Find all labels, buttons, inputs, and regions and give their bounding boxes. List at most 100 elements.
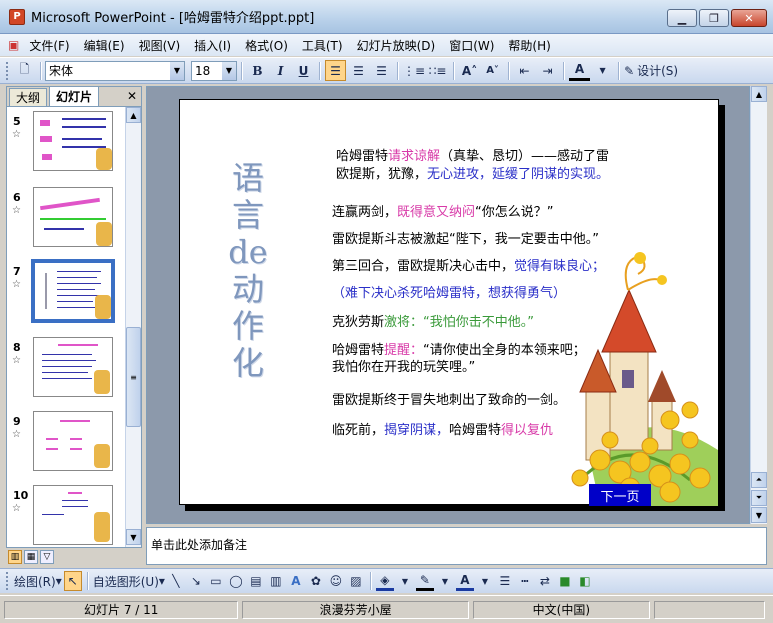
fill-color-icon[interactable]: ◈ — [375, 571, 394, 591]
diagram-icon[interactable]: ✿ — [307, 571, 325, 591]
select-icon[interactable]: ↖ — [63, 571, 82, 591]
slideshow-view-icon[interactable]: ▽ — [40, 550, 54, 564]
align-right-icon[interactable]: ☰ — [371, 60, 392, 81]
menu-tools[interactable]: 工具(T) — [295, 37, 350, 54]
next-page-button[interactable]: 下一页 — [589, 484, 651, 506]
toolbar-grip[interactable] — [6, 572, 9, 590]
menu-insert[interactable]: 插入(I) — [187, 37, 238, 54]
text-line[interactable]: 我怕你在开我的玩笑哩。” — [332, 359, 475, 377]
new-icon[interactable]: 🗋 — [14, 60, 35, 81]
maximize-icon[interactable]: ❐ — [699, 9, 729, 27]
scroll-down-icon[interactable]: ▼ — [751, 507, 767, 523]
chevron-down-icon[interactable]: ▼ — [476, 571, 494, 591]
chevron-down-icon[interactable]: ▼ — [170, 61, 184, 80]
line-style-icon[interactable]: ☰ — [496, 571, 514, 591]
wordart-icon[interactable]: A — [287, 571, 305, 591]
dash-style-icon[interactable]: ┅ — [516, 571, 534, 591]
bold-icon[interactable]: B — [247, 60, 268, 81]
menu-format[interactable]: 格式(O) — [238, 37, 295, 54]
rectangle-icon[interactable]: ▭ — [207, 571, 225, 591]
scroll-thumb[interactable]: ≡ — [126, 327, 141, 427]
clipart-icon[interactable]: ☺ — [327, 571, 345, 591]
align-center-icon[interactable]: ☰ — [348, 60, 369, 81]
scroll-up-icon[interactable]: ▲ — [126, 107, 141, 123]
slide-thumbnail-row[interactable]: 9 ☆ — [7, 411, 127, 481]
menu-window[interactable]: 窗口(W) — [442, 37, 501, 54]
text-line[interactable]: 欧提斯，犹豫，无心进攻，延缓了阴谋的实现。 — [336, 166, 609, 184]
scroll-down-icon[interactable]: ▼ — [126, 529, 141, 545]
decrease-font-icon[interactable]: A˅ — [482, 60, 503, 81]
decrease-indent-icon[interactable]: ⇤ — [514, 60, 535, 81]
text-line[interactable]: 临死前，揭穿阴谋，哈姆雷特得以复仇 — [332, 422, 553, 440]
close-icon[interactable]: ✕ — [127, 89, 137, 103]
menu-slideshow[interactable]: 幻灯片放映(D) — [350, 37, 443, 54]
slide-thumbnail-row[interactable]: 8 ☆ — [7, 337, 127, 407]
app-icon[interactable]: P — [9, 8, 25, 25]
increase-font-icon[interactable]: A˄ — [459, 60, 480, 81]
doc-icon[interactable]: ▣ — [8, 38, 22, 52]
chevron-down-icon[interactable]: ▼ — [396, 571, 414, 591]
bullets-icon[interactable]: ∷≡ — [427, 60, 448, 81]
menu-edit[interactable]: 编辑(E) — [77, 37, 132, 54]
tab-outline[interactable]: 大纲 — [9, 88, 48, 106]
minimize-icon[interactable]: ▁ — [667, 9, 697, 27]
font-select[interactable]: 宋体 ▼ — [45, 60, 185, 81]
text-line[interactable]: 雷欧提斯斗志被激起“陛下，我一定要击中他。” — [332, 231, 599, 249]
vertical-title[interactable]: 语言de动作化 — [228, 160, 268, 382]
next-slide-icon[interactable]: ⏷ — [751, 490, 767, 506]
oval-icon[interactable]: ◯ — [227, 571, 245, 591]
underline-icon[interactable]: U — [293, 60, 314, 81]
slide-thumbnail-row[interactable]: 10 ☆ — [7, 485, 127, 555]
slide-canvas[interactable]: 语言de动作化 哈姆雷特请求谅解（真挚、恳切）——感动了雷 欧提斯，犹豫，无心进… — [179, 99, 719, 506]
line-color-icon[interactable]: ✎ — [415, 571, 434, 591]
font-size-select[interactable]: 18 ▼ — [191, 60, 237, 81]
vertical-textbox-icon[interactable]: ▥ — [267, 571, 285, 591]
3d-icon[interactable]: ◧ — [576, 571, 594, 591]
slide-thumbnail[interactable] — [33, 111, 113, 171]
toolbar-grip[interactable] — [6, 61, 9, 80]
font-color-icon[interactable]: A — [455, 571, 474, 591]
arrow-icon[interactable]: ↘ — [187, 571, 205, 591]
sorter-view-icon[interactable]: ▦ — [24, 550, 38, 564]
slide-thumbnail[interactable] — [33, 411, 113, 471]
slide-thumbnail[interactable] — [33, 187, 113, 247]
tab-slides[interactable]: 幻灯片 — [49, 86, 100, 106]
autoshapes-menu-button[interactable]: 自选图形(U) ▾ — [93, 571, 165, 591]
slide-scrollbar[interactable]: ▲ ⏶ ⏷ ▼ — [750, 86, 767, 524]
design-button[interactable]: ✎ 设计(S) — [624, 60, 678, 81]
menu-view[interactable]: 视图(V) — [132, 37, 188, 54]
text-line[interactable]: （难下决心杀死哈姆雷特，想获得勇气） — [332, 285, 566, 303]
increase-indent-icon[interactable]: ⇥ — [537, 60, 558, 81]
notes-pane[interactable]: 单击此处添加备注 — [146, 527, 767, 565]
italic-icon[interactable]: I — [270, 60, 291, 81]
draw-menu-button[interactable]: 绘图(R) ▾ — [14, 571, 62, 591]
line-icon[interactable]: ╲ — [167, 571, 185, 591]
arrow-style-icon[interactable]: ⇄ — [536, 571, 554, 591]
close-icon[interactable]: ✕ — [731, 9, 767, 27]
chevron-down-icon[interactable]: ▼ — [222, 61, 236, 80]
normal-view-icon[interactable]: ▥ — [8, 550, 22, 564]
slide-thumbnail[interactable] — [33, 337, 113, 397]
menu-help[interactable]: 帮助(H) — [501, 37, 557, 54]
slide-thumbnail-row[interactable]: 7 ☆ — [7, 259, 127, 331]
slide-thumbnail[interactable] — [33, 485, 113, 545]
shadow-icon[interactable]: ■ — [556, 571, 574, 591]
slide-thumbnail-row[interactable]: 6 ☆ — [7, 187, 127, 257]
chevron-down-icon[interactable]: ▼ — [436, 571, 454, 591]
align-left-icon[interactable]: ☰ — [325, 60, 346, 81]
numbering-icon[interactable]: ⋮≡ — [403, 60, 425, 81]
slides-scrollbar[interactable]: ▲ ≡ ▼ — [125, 107, 141, 547]
font-color-icon[interactable]: A — [569, 60, 591, 81]
scroll-up-icon[interactable]: ▲ — [751, 86, 767, 102]
text-line[interactable]: 哈姆雷特请求谅解（真挚、恳切）——感动了雷 — [336, 148, 609, 166]
textbox-icon[interactable]: ▤ — [247, 571, 265, 591]
text-line[interactable]: 连赢两剑，既得意又纳闷“你怎么说？” — [332, 204, 554, 222]
slide-thumbnail-row[interactable]: 5 ☆ — [7, 111, 127, 181]
text-line[interactable]: 克狄劳斯激将：“我怕你击不中他。” — [332, 314, 534, 332]
chevron-down-icon[interactable]: ▼ — [592, 60, 613, 81]
text-line[interactable]: 雷欧提斯终于冒失地刺出了致命的一剑。 — [332, 392, 566, 410]
previous-slide-icon[interactable]: ⏶ — [751, 472, 767, 488]
menu-file[interactable]: 文件(F) — [22, 37, 76, 54]
slide-thumbnail-selected[interactable] — [31, 259, 115, 323]
picture-icon[interactable]: ▨ — [347, 571, 365, 591]
